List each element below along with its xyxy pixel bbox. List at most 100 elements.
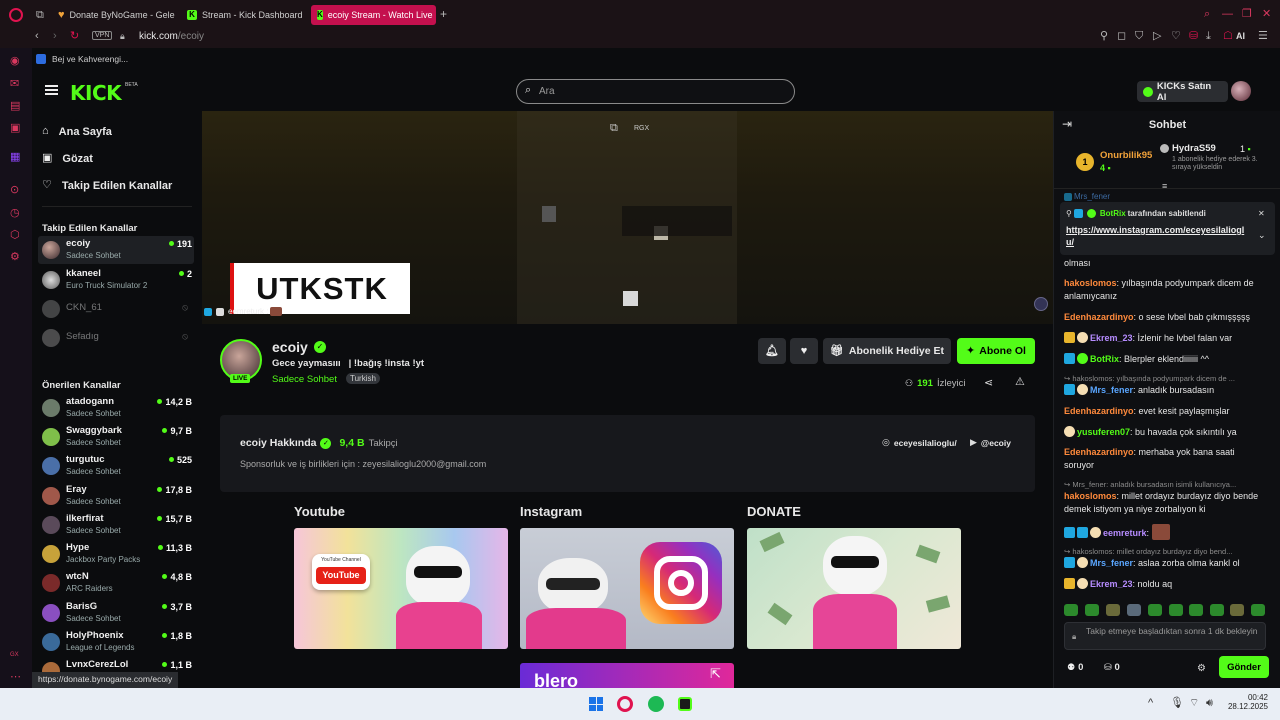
snapshot-icon[interactable]: ◻ bbox=[1117, 31, 1126, 42]
message-user[interactable]: Ekrem_23 bbox=[1090, 333, 1133, 343]
player-icon[interactable]: ⊙ bbox=[10, 185, 19, 196]
opera-gx-icon[interactable] bbox=[617, 696, 633, 712]
emote-icon[interactable] bbox=[1169, 604, 1183, 616]
recommended-channel[interactable]: Swaggybark Sadece Sohbet 9,7 B bbox=[38, 423, 194, 451]
emote-icon[interactable] bbox=[1210, 604, 1224, 616]
recommended-channel[interactable]: turgutuc Sadece Sohbet 525 bbox=[38, 452, 194, 480]
message-user[interactable]: Edenhazardinyo bbox=[1064, 406, 1134, 416]
messenger-icon[interactable]: ✉ bbox=[10, 79, 19, 90]
emote-icon[interactable] bbox=[1085, 604, 1099, 616]
emote-icon[interactable] bbox=[1127, 604, 1141, 616]
emote-icon[interactable] bbox=[1189, 604, 1203, 616]
message-user[interactable]: Mrs_fener bbox=[1090, 558, 1133, 568]
volume-icon[interactable]: 🔊︎ bbox=[1206, 698, 1213, 709]
report-icon[interactable]: ⚠ bbox=[1015, 377, 1025, 388]
spotify-icon[interactable] bbox=[648, 696, 664, 712]
message-user[interactable]: eemreturk bbox=[1103, 528, 1147, 538]
twitch-icon[interactable]: ▦ bbox=[10, 152, 20, 163]
followed-channel-ckn61[interactable]: CKN_61 ⦸ bbox=[38, 295, 194, 323]
shield-icon[interactable]: ⛉ bbox=[1135, 31, 1143, 42]
ai-sidebar-icon[interactable]: ◉ bbox=[10, 56, 20, 67]
message-user[interactable]: yusuferen07 bbox=[1077, 427, 1130, 437]
forward-icon[interactable]: › bbox=[53, 31, 57, 42]
nav-browse[interactable]: ▣ Gözat bbox=[42, 153, 93, 166]
play-icon[interactable]: ▷ bbox=[1153, 31, 1161, 42]
recommended-channel[interactable]: BarisG Sadece Sohbet 3,7 B bbox=[38, 599, 194, 627]
recommended-channel[interactable]: wtcN ARC Raiders 4,8 B bbox=[38, 569, 194, 597]
profile-icon[interactable]: ☖ bbox=[1223, 31, 1233, 42]
settings-icon[interactable]: ⚙ bbox=[10, 252, 20, 263]
search-bar[interactable]: ⌕ Ara bbox=[516, 79, 795, 104]
extensions-icon[interactable]: ⬡ bbox=[10, 230, 20, 241]
channel-points[interactable]: ⚉ 0 bbox=[1067, 662, 1083, 673]
tray-chevron-icon[interactable]: ^ bbox=[1148, 698, 1153, 709]
instagram-panel[interactable] bbox=[520, 528, 734, 649]
back-icon[interactable]: ‹ bbox=[35, 31, 39, 42]
kick-logo[interactable]: KICK bbox=[70, 81, 122, 105]
pin-icon[interactable]: ⚲ bbox=[1100, 31, 1108, 42]
followed-channel-kkaneel[interactable]: kkaneel Euro Truck Simulator 2 2 bbox=[38, 266, 194, 294]
wallet-icon[interactable]: ⛁ bbox=[1189, 31, 1198, 42]
minimize-icon[interactable]: — bbox=[1222, 9, 1233, 20]
url-bar[interactable]: kick.com/ecoiy bbox=[139, 31, 204, 42]
emote-icon[interactable] bbox=[1106, 604, 1120, 616]
emote-icon[interactable] bbox=[1251, 604, 1265, 616]
maximize-icon[interactable]: ❐ bbox=[1242, 9, 1252, 20]
kick-app-icon[interactable] bbox=[678, 697, 692, 711]
more-icon[interactable]: ⋯ bbox=[10, 672, 21, 683]
send-button[interactable]: Gönder bbox=[1219, 656, 1269, 678]
language-tag[interactable]: Turkish bbox=[346, 373, 380, 384]
blerp-panel[interactable]: blero ⇱ bbox=[520, 663, 734, 688]
history-icon[interactable]: ◷ bbox=[10, 208, 20, 219]
follow-button[interactable]: ♥ bbox=[790, 338, 818, 364]
popout-icon[interactable]: ⧉ bbox=[610, 123, 618, 134]
notification-button[interactable]: 🔔︎ bbox=[758, 338, 786, 364]
message-user[interactable]: hakoslomos bbox=[1064, 491, 1117, 501]
download-icon[interactable]: ⤓ bbox=[1206, 31, 1211, 42]
stream-category[interactable]: Sadece Sohbet bbox=[272, 374, 337, 385]
donate-panel[interactable] bbox=[747, 528, 961, 649]
message-user[interactable]: Edenhazardinyo bbox=[1064, 312, 1134, 322]
youtube-link[interactable]: ▶ @ecoiy bbox=[970, 437, 1011, 448]
message-user[interactable]: BotRix bbox=[1090, 354, 1119, 364]
hamburger-menu-icon[interactable] bbox=[45, 85, 58, 95]
nav-home[interactable]: ⌂ Ana Sayfa bbox=[42, 126, 112, 139]
menu-icon[interactable]: ☰ bbox=[1258, 31, 1268, 42]
pinned-link[interactable]: https://www.instagram.com/eceyesilaliogl… bbox=[1066, 224, 1248, 248]
message-user[interactable]: Edenhazardinyo bbox=[1064, 447, 1134, 457]
close-icon[interactable]: ✕ bbox=[1262, 9, 1271, 20]
share-icon[interactable]: ⋖ bbox=[984, 378, 993, 389]
ai-button[interactable]: AI bbox=[1236, 31, 1245, 41]
recommended-channel[interactable]: atadogann Sadece Sohbet 14,2 B bbox=[38, 394, 194, 422]
instagram-link[interactable]: ◎ eceyesilalioglu/ bbox=[882, 437, 957, 448]
subscribe-button[interactable]: ✦ Abone Ol bbox=[957, 338, 1035, 364]
followed-channel-ecoiy[interactable]: ecoiy Sadece Sohbet 191 bbox=[38, 236, 194, 264]
emote-icon[interactable] bbox=[1064, 604, 1078, 616]
new-tab-button[interactable]: + bbox=[440, 8, 447, 20]
followed-channel-sefadig[interactable]: Sefadıg ⦸ bbox=[38, 324, 194, 352]
video-player[interactable]: ⧉ RGX UTKSTK eemreturk : bbox=[202, 111, 1053, 324]
reload-icon[interactable]: ↻ bbox=[70, 31, 79, 42]
nav-following[interactable]: ♡ Takip Edilen Kanallar bbox=[42, 180, 172, 193]
bookmark-item[interactable]: Bej ve Kahverengi... bbox=[36, 54, 128, 64]
opera-logo-icon[interactable] bbox=[9, 8, 23, 22]
start-icon[interactable] bbox=[589, 697, 603, 711]
tab-donate[interactable]: ♥ Donate ByNoGame - Gele bbox=[52, 5, 176, 25]
kicks-balance[interactable]: ⛁ 0 bbox=[1104, 662, 1120, 673]
tab-ecoiy-stream[interactable]: K ecoiy Stream - Watch Live bbox=[311, 5, 436, 25]
recommended-channel[interactable]: Eray Sadece Sohbet 17,8 B bbox=[38, 482, 194, 510]
recommended-channel[interactable]: ilkerfirat Sadece Sohbet 15,7 B bbox=[38, 511, 194, 539]
message-user[interactable]: Mrs_fener bbox=[1090, 385, 1133, 395]
search-input[interactable]: Ara bbox=[539, 86, 555, 97]
chevron-down-icon[interactable]: ⌄ bbox=[1258, 230, 1266, 241]
tab-kick-dashboard[interactable]: K Stream - Kick Dashboard bbox=[181, 5, 309, 25]
microphone-icon[interactable]: 🎙︎ bbox=[1170, 698, 1184, 709]
recommended-channel[interactable]: HolyPhoenix League of Legends 1,8 B bbox=[38, 628, 194, 656]
vpn-badge[interactable]: VPN bbox=[92, 31, 113, 40]
youtube-panel[interactable]: YouTube Channel YouTube bbox=[294, 528, 508, 649]
network-icon[interactable]: ⌔ bbox=[1189, 698, 1199, 709]
emote-icon[interactable] bbox=[1148, 604, 1162, 616]
gift-sub-button[interactable]: 🎁︎ Abonelik Hediye Et bbox=[823, 338, 951, 364]
unpin-icon[interactable]: ✕ bbox=[1258, 208, 1265, 219]
buy-kicks-button[interactable]: KICKs Satın Al bbox=[1137, 81, 1228, 103]
